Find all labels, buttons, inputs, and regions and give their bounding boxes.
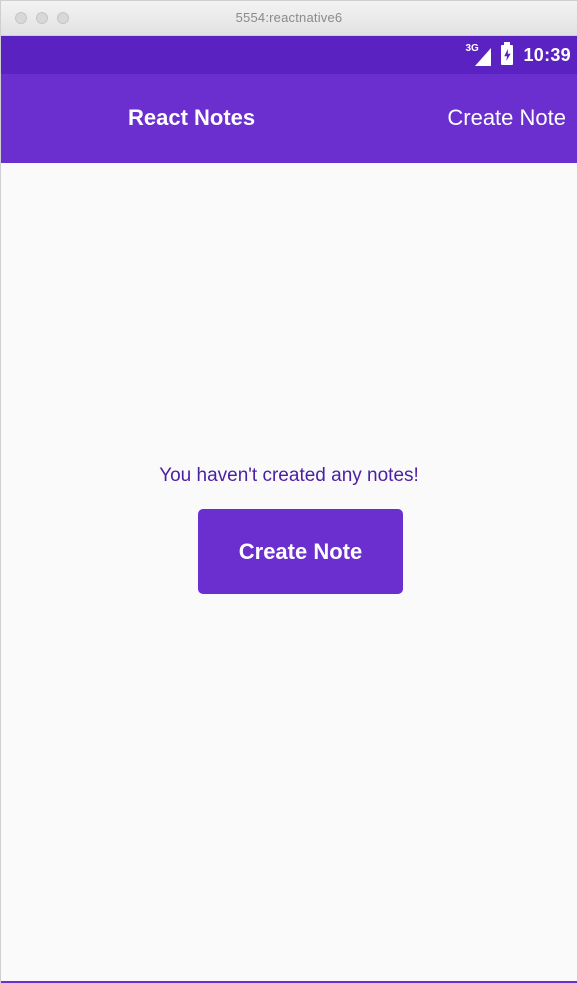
- cell-signal-icon: 3G: [465, 43, 492, 66]
- emulator-window: 5554:reactnative6 3G 10:39 React Notes C…: [0, 0, 578, 984]
- android-status-bar: 3G 10:39: [1, 36, 577, 74]
- status-icons: 3G 10:39: [465, 36, 571, 74]
- notes-empty-state: You haven't created any notes! Create No…: [1, 163, 577, 983]
- window-titlebar: 5554:reactnative6: [1, 1, 577, 36]
- battery-charging-icon: [501, 42, 514, 65]
- empty-notes-message: You haven't created any notes!: [159, 465, 419, 486]
- app-toolbar: React Notes Create Note: [1, 74, 577, 163]
- toolbar-create-note-button[interactable]: Create Note: [447, 105, 566, 131]
- create-note-button[interactable]: Create Note: [198, 509, 403, 594]
- app-title: React Notes: [128, 105, 256, 130]
- window-title: 5554:reactnative6: [235, 10, 343, 25]
- bottom-border: [1, 981, 577, 983]
- status-clock: 10:39: [523, 44, 571, 65]
